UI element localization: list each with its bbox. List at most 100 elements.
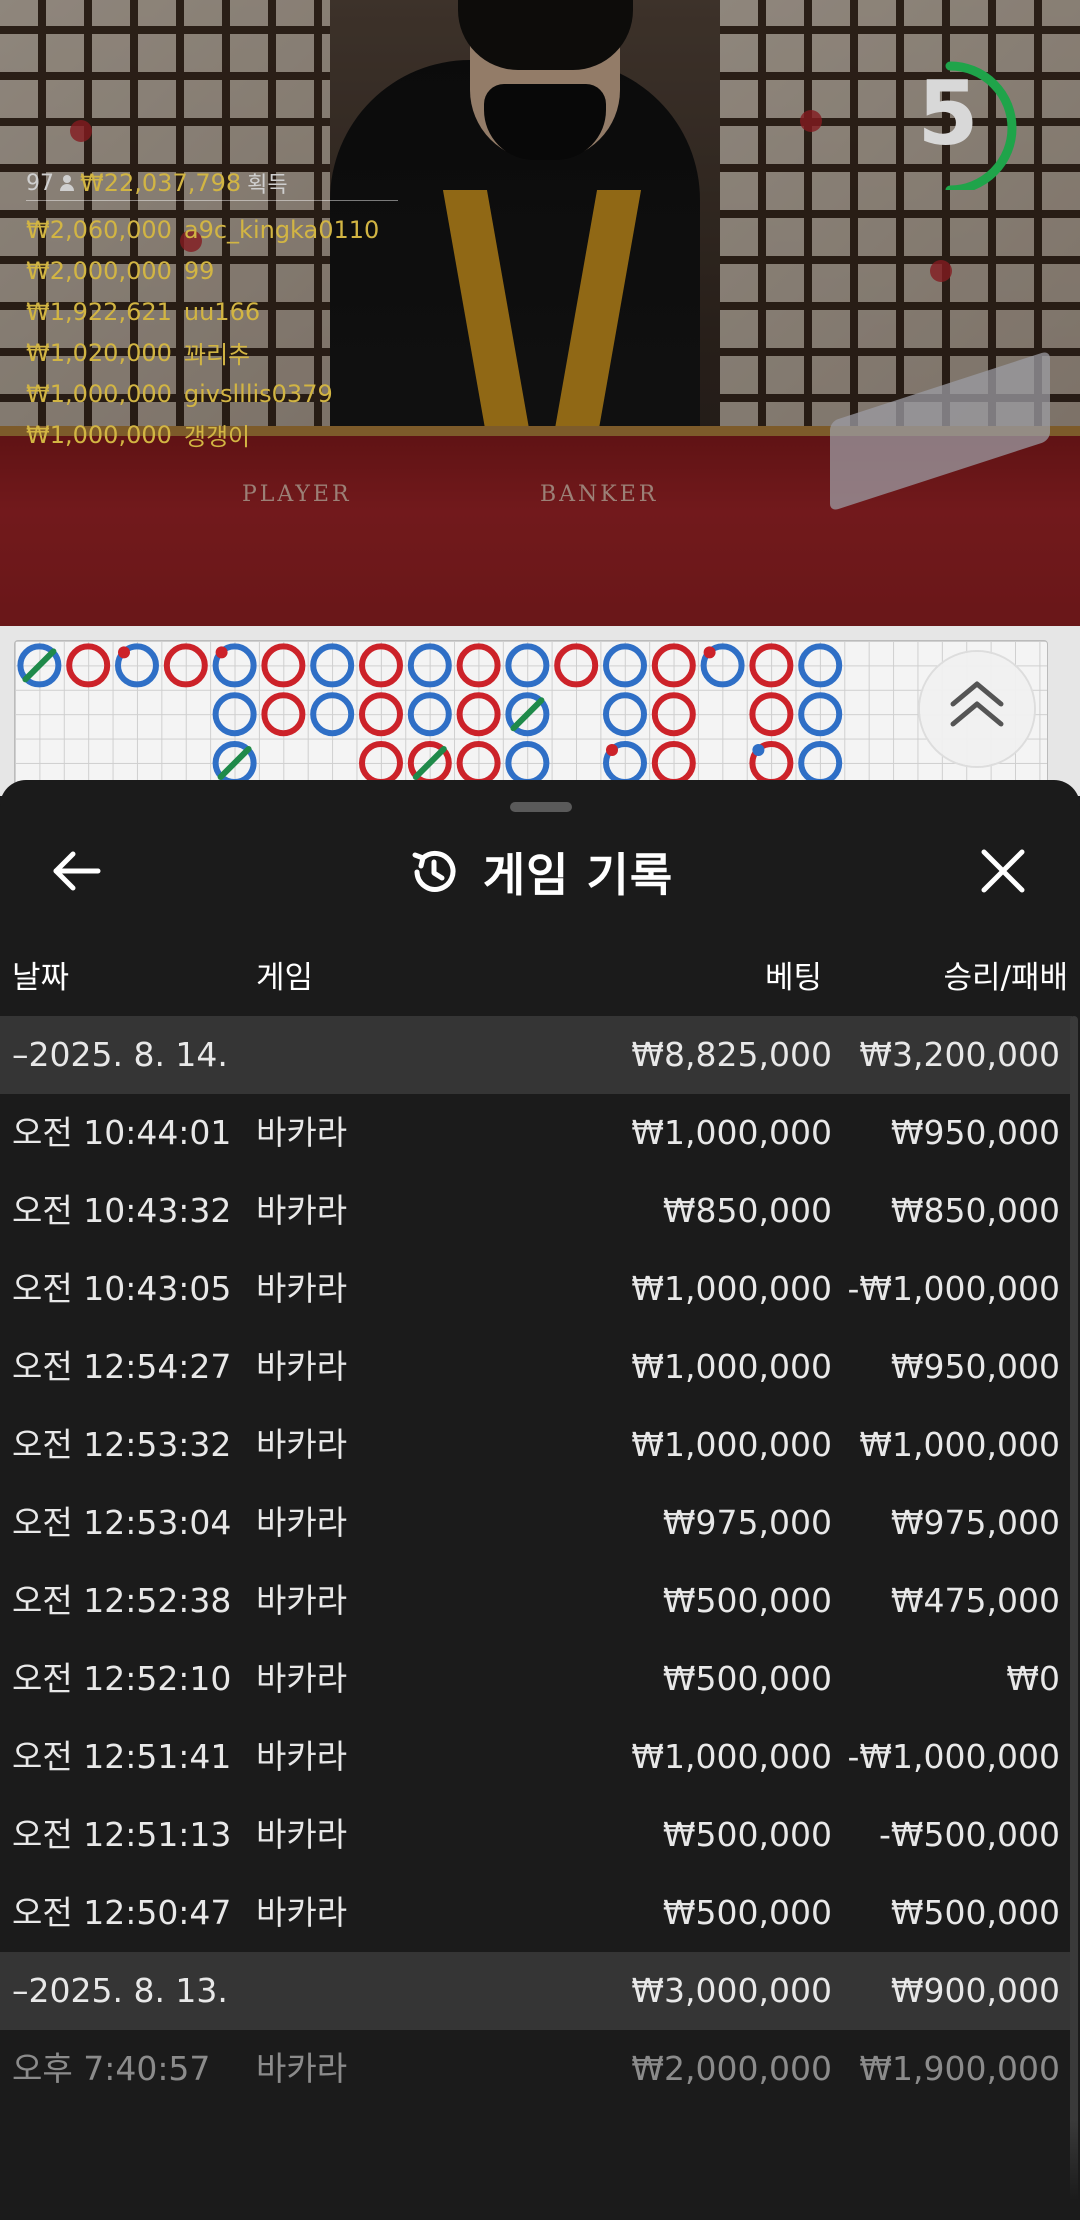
- row-time: 오전 12:54:27: [12, 1347, 232, 1386]
- banker-bead: [456, 692, 501, 737]
- column-game[interactable]: 게임: [256, 952, 313, 997]
- row-time: 오전 12:52:38: [12, 1581, 232, 1620]
- row-game: 바카라: [256, 1425, 348, 1464]
- history-row[interactable]: 오전 12:52:10 바카라 ₩500,000 ₩0: [0, 1640, 1072, 1718]
- banker-bead: [359, 741, 403, 785]
- row-time: 오전 12:50:47: [12, 1893, 232, 1932]
- player-bead: [407, 643, 452, 688]
- banker-bead: [261, 692, 306, 737]
- bead-road-grid[interactable]: [14, 640, 1048, 792]
- winner-amount: ₩1,000,000: [26, 420, 172, 449]
- banker-bead: [359, 692, 403, 737]
- bead-road-marks: [17, 643, 843, 785]
- banker-bead: [651, 643, 696, 688]
- column-result[interactable]: 승리/패배: [943, 952, 1068, 997]
- tie-slash: [510, 697, 545, 732]
- player-bead: [798, 643, 843, 688]
- row-bet: ₩500,000: [662, 1659, 832, 1698]
- history-row[interactable]: 오전 10:44:01 바카라 ₩1,000,000 ₩950,000: [0, 1094, 1072, 1172]
- winner-row: ₩1,000,000 갱갱이: [26, 414, 398, 455]
- history-row[interactable]: 오전 12:54:27 바카라 ₩1,000,000 ₩950,000: [0, 1328, 1072, 1406]
- row-time: 오전 12:53:32: [12, 1425, 232, 1464]
- countdown-number: 5: [917, 62, 979, 165]
- winner-amount: ₩2,060,000: [26, 215, 172, 244]
- expand-roadmap-button[interactable]: [920, 652, 1034, 766]
- row-bet: ₩1,000,000: [631, 1425, 832, 1464]
- player-bead: [798, 741, 843, 785]
- history-row[interactable]: 오후 7:40:57 바카라 ₩2,000,000 ₩1,900,000: [0, 2030, 1072, 2108]
- winners-summary: 97 ₩22,037,798 획득: [26, 166, 398, 201]
- row-game: 바카라: [256, 1659, 348, 1698]
- sheet-title: 게임 기록: [482, 848, 674, 902]
- row-time: 오전 12:51:41: [12, 1737, 232, 1776]
- player-bead: [407, 692, 452, 737]
- row-time: 오전 12:52:10: [12, 1659, 232, 1698]
- date-group-header[interactable]: –2025. 8. 13. ₩3,000,000 ₩900,000: [0, 1952, 1072, 2030]
- row-result: ₩850,000: [890, 1191, 1060, 1230]
- banker-bead: [749, 643, 794, 688]
- winner-name: 99: [183, 256, 215, 285]
- group-result-total: ₩3,200,000: [859, 1035, 1060, 1074]
- pair-dot: [215, 646, 228, 659]
- row-result: ₩0: [1006, 1659, 1060, 1698]
- group-bet-total: ₩8,825,000: [631, 1035, 832, 1074]
- row-game: 바카라: [256, 1113, 348, 1152]
- group-bet-total: ₩3,000,000: [631, 1971, 832, 2010]
- row-game: 바카라: [256, 1815, 348, 1854]
- banker-bead: [66, 643, 111, 688]
- row-bet: ₩1,000,000: [631, 1113, 832, 1152]
- close-button[interactable]: [968, 836, 1038, 906]
- player-bead: [212, 692, 257, 737]
- winners-total-suffix: 획득: [247, 173, 288, 198]
- history-row[interactable]: 오전 12:50:47 바카라 ₩500,000 ₩500,000: [0, 1874, 1072, 1952]
- player-bead: [603, 643, 647, 688]
- winner-amount: ₩1,020,000: [26, 338, 172, 367]
- history-row[interactable]: 오전 10:43:05 바카라 ₩1,000,000 -₩1,000,000: [0, 1250, 1072, 1328]
- column-bet[interactable]: 베팅: [765, 952, 822, 997]
- row-time: 오전 12:51:13: [12, 1815, 232, 1854]
- sheet-drag-handle[interactable]: [510, 802, 572, 812]
- pair-dot: [703, 646, 716, 659]
- row-game: 바카라: [256, 1191, 348, 1230]
- winner-amount: ₩2,000,000: [26, 256, 172, 285]
- group-date: –2025. 8. 14.: [12, 1035, 228, 1074]
- person-icon: [60, 175, 74, 191]
- date-group-header[interactable]: –2025. 8. 14. ₩8,825,000 ₩3,200,000: [0, 1016, 1072, 1094]
- banker-bead: [163, 643, 208, 688]
- list-scrollbar[interactable]: [1070, 1016, 1078, 2220]
- banker-bead: [651, 692, 696, 737]
- history-row[interactable]: 오전 12:52:38 바카라 ₩500,000 ₩475,000: [0, 1562, 1072, 1640]
- group-result-total: ₩900,000: [890, 1971, 1060, 2010]
- history-row[interactable]: 오전 12:51:41 바카라 ₩1,000,000 -₩1,000,000: [0, 1718, 1072, 1796]
- winner-name: a9c_kingka0110: [183, 215, 380, 244]
- winner-amount: ₩1,922,621: [26, 297, 172, 326]
- history-row[interactable]: 오전 12:53:04 바카라 ₩975,000 ₩975,000: [0, 1484, 1072, 1562]
- row-game: 바카라: [256, 1737, 348, 1776]
- winners-list: 97 ₩22,037,798 획득 ₩2,060,000 a9c_kingka01…: [26, 166, 398, 455]
- player-bead: [603, 692, 647, 737]
- winner-row: ₩2,000,000 99: [26, 250, 398, 291]
- row-game: 바카라: [256, 1347, 348, 1386]
- banker-bead: [261, 643, 306, 688]
- winner-name: uu166: [183, 297, 261, 326]
- row-result: -₩1,000,000: [847, 1737, 1061, 1776]
- winner-row: ₩1,020,000 꽈리추: [26, 332, 398, 373]
- history-list[interactable]: –2025. 8. 14. ₩8,825,000 ₩3,200,000 오전 1…: [0, 1016, 1072, 2108]
- history-icon: [412, 850, 456, 892]
- row-result: ₩950,000: [890, 1113, 1060, 1152]
- history-row[interactable]: 오전 10:43:32 바카라 ₩850,000 ₩850,000: [0, 1172, 1072, 1250]
- banker-bead: [359, 643, 403, 688]
- pair-dot: [118, 646, 130, 659]
- row-time: 오전 12:53:04: [12, 1503, 232, 1542]
- player-bead: [310, 692, 355, 737]
- history-row[interactable]: 오전 12:51:13 바카라 ₩500,000 -₩500,000: [0, 1796, 1072, 1874]
- column-date[interactable]: 날짜: [12, 952, 69, 997]
- player-bead: [505, 741, 550, 785]
- row-result: -₩500,000: [878, 1815, 1060, 1854]
- winner-row: ₩2,060,000 a9c_kingka0110: [26, 209, 398, 250]
- winner-amount: ₩1,000,000: [26, 379, 172, 408]
- live-video: PLAYER BANKER 5 97 ₩22,037,798 획득 ₩2,060…: [0, 0, 1080, 626]
- row-bet: ₩1,000,000: [631, 1269, 832, 1308]
- player-bead: [310, 643, 355, 688]
- history-row[interactable]: 오전 12:53:32 바카라 ₩1,000,000 ₩1,000,000: [0, 1406, 1072, 1484]
